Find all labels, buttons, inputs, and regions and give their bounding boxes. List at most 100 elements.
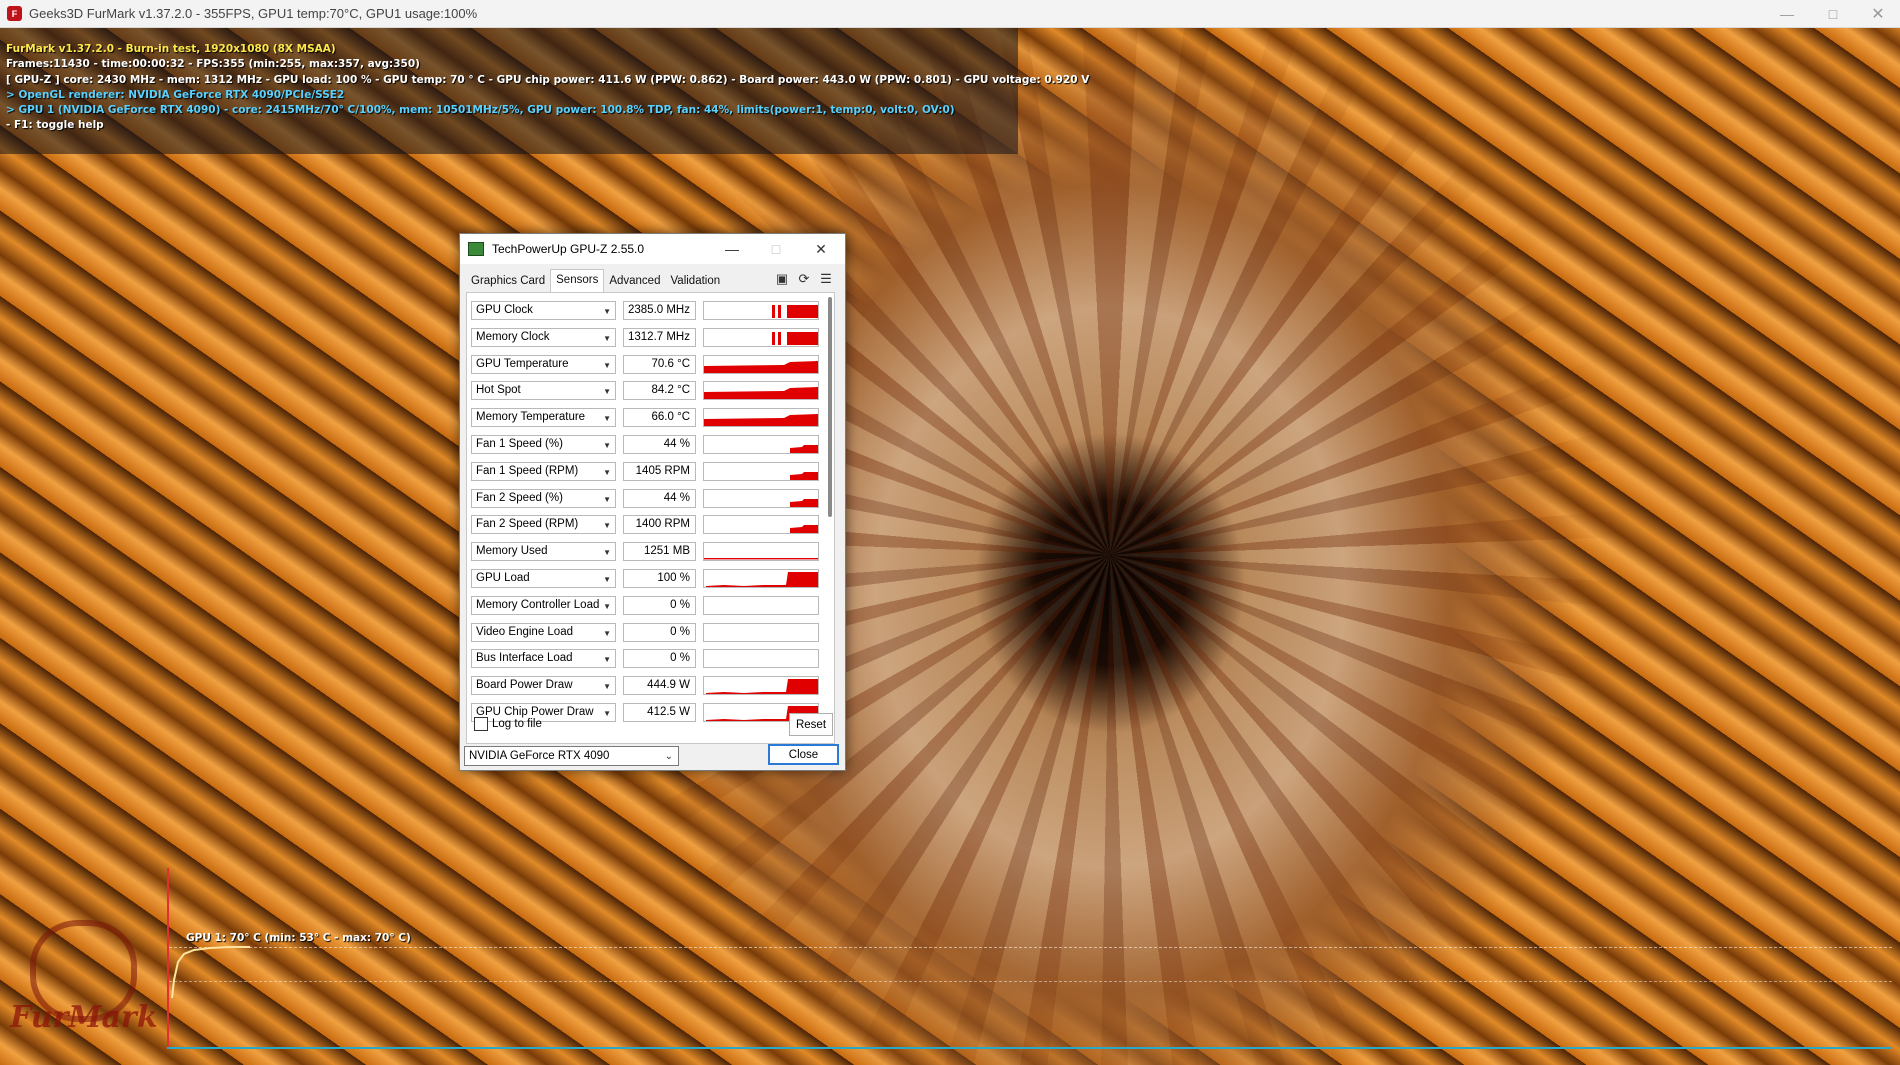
sensor-value: 44 % — [623, 488, 696, 508]
sensor-value: 1405 RPM — [623, 461, 696, 481]
tab-validation[interactable]: Validation — [665, 271, 725, 293]
sensor-name: GPU Load — [476, 572, 530, 584]
dropdown-arrow-icon: ▼ — [603, 360, 611, 370]
sensor-row: Memory Controller Load ▼ 0 % — [471, 595, 819, 617]
sensor-row: Fan 2 Speed (RPM) ▼ 1400 RPM — [471, 514, 819, 536]
sensor-value: 2385.0 MHz — [623, 301, 696, 320]
sensor-name: Memory Controller Load — [476, 598, 600, 611]
minimize-icon[interactable]: — — [1764, 0, 1810, 27]
close-button[interactable]: Close — [768, 744, 839, 765]
sensor-name: Fan 2 Speed (%) — [476, 491, 563, 504]
sensor-name-select[interactable]: Memory Clock ▼ — [471, 327, 616, 347]
gpuz-titlebar: TechPowerUp GPU-Z 2.55.0 — □ ✕ — [460, 234, 845, 264]
sensor-name: Memory Temperature — [476, 411, 586, 424]
sensor-name-select[interactable]: Board Power Draw ▼ — [471, 676, 616, 696]
sensor-graph — [703, 381, 819, 401]
sensor-name-select[interactable]: GPU Temperature ▼ — [471, 354, 616, 374]
sensor-name: Memory Used — [476, 545, 548, 558]
sensor-name-select[interactable]: Fan 1 Speed (%) ▼ — [471, 435, 616, 454]
sensor-row: Fan 1 Speed (RPM) ▼ 1405 RPM — [471, 461, 819, 483]
sensor-row: Memory Used ▼ 1251 MB — [471, 541, 819, 563]
sensor-name: Hot Spot — [476, 384, 521, 397]
sensor-name-select[interactable]: GPU Load ▼ — [471, 569, 616, 588]
furmark-logo: FurMark — [10, 1000, 158, 1035]
furmark-app-icon: F — [7, 6, 22, 21]
sensor-name-select[interactable]: Bus Interface Load ▼ — [471, 649, 616, 669]
gpuz-maximize-icon: □ — [771, 241, 781, 257]
sensor-value: 44 % — [623, 435, 696, 454]
sensor-graph — [703, 354, 819, 374]
sensor-name-select[interactable]: Memory Temperature ▼ — [471, 408, 616, 428]
sensor-value: 66.0 °C — [623, 408, 696, 428]
tab-advanced[interactable]: Advanced — [604, 271, 665, 293]
device-select-value: NVIDIA GeForce RTX 4090 — [469, 750, 610, 762]
sensor-name-select[interactable]: Hot Spot ▼ — [471, 381, 616, 401]
sensor-graph — [703, 327, 819, 347]
sensor-row: Board Power Draw ▼ 444.9 W — [471, 675, 819, 697]
sensor-name-select[interactable]: Memory Controller Load ▼ — [471, 595, 616, 615]
dropdown-arrow-icon: ▼ — [603, 441, 611, 450]
sensor-row: Fan 2 Speed (%) ▼ 44 % — [471, 488, 819, 510]
graph-min-line — [169, 981, 1892, 982]
sensor-row: Video Engine Load ▼ 0 % — [471, 622, 819, 644]
sensor-value: 444.9 W — [623, 676, 696, 696]
sensor-graph — [703, 622, 819, 642]
sensor-name-select[interactable]: Video Engine Load ▼ — [471, 622, 616, 642]
sensor-value: 0 % — [623, 595, 696, 615]
hud-line: > OpenGL renderer: NVIDIA GeForce RTX 40… — [6, 88, 345, 101]
dropdown-arrow-icon: ▼ — [603, 548, 611, 558]
gpuz-window: TechPowerUp GPU-Z 2.55.0 — □ ✕ Graphics … — [459, 233, 846, 771]
sensor-graph — [703, 569, 819, 588]
sensor-value: 0 % — [623, 649, 696, 669]
hud-line: FurMark v1.37.2.0 - Burn-in test, 1920x1… — [6, 43, 336, 55]
log-to-file-checkbox[interactable] — [474, 717, 488, 731]
sensor-name: Fan 1 Speed (RPM) — [476, 464, 579, 477]
sensor-graph — [703, 542, 819, 562]
sensor-value: 1400 RPM — [623, 515, 696, 535]
chevron-down-icon: ⌄ — [664, 751, 673, 762]
graph-temperature-label: GPU 1: 70° C (min: 53° C - max: 70° C) — [186, 932, 411, 944]
sensor-name-select[interactable]: GPU Clock ▼ — [471, 301, 616, 320]
tab-graphics-card[interactable]: Graphics Card — [466, 271, 550, 293]
sensor-value: 70.6 °C — [623, 354, 696, 374]
dropdown-arrow-icon: ▼ — [603, 628, 611, 638]
sensor-name: GPU Clock — [476, 304, 533, 316]
device-select[interactable]: NVIDIA GeForce RTX 4090 ⌄ — [464, 746, 679, 766]
sensor-row: Memory Temperature ▼ 66.0 °C — [471, 407, 819, 429]
sensor-graph — [703, 649, 819, 669]
sensor-value: 84.2 °C — [623, 381, 696, 401]
hud-overlay: FurMark v1.37.2.0 - Burn-in test, 1920x1… — [6, 42, 1089, 134]
dropdown-arrow-icon: ▼ — [603, 333, 611, 343]
close-icon[interactable]: ✕ — [1855, 0, 1900, 27]
sensor-name-select[interactable]: Memory Used ▼ — [471, 542, 616, 562]
dropdown-arrow-icon: ▼ — [603, 575, 611, 584]
sensor-graph — [703, 435, 819, 454]
sensor-value: 1251 MB — [623, 542, 696, 562]
refresh-icon[interactable]: ⟳ — [793, 268, 815, 290]
sensor-value: 412.5 W — [623, 703, 696, 722]
gpuz-tabs: Graphics Card Sensors Advanced Validation — [466, 269, 725, 295]
hud-line: [ GPU-Z ] core: 2430 MHz - mem: 1312 MHz… — [6, 73, 1090, 86]
sensor-row: Memory Clock ▼ 1312.7 MHz — [471, 327, 819, 349]
maximize-icon[interactable]: □ — [1810, 0, 1856, 27]
sensor-name-select[interactable]: Fan 1 Speed (RPM) ▼ — [471, 461, 616, 481]
sensor-value: 1312.7 MHz — [623, 327, 696, 347]
gpuz-logo-icon — [468, 242, 484, 256]
window-title: Geeks3D FurMark v1.37.2.0 - 355FPS, GPU1… — [29, 6, 478, 21]
menu-icon[interactable]: ☰ — [815, 268, 837, 290]
sensor-name-select[interactable]: Fan 2 Speed (RPM) ▼ — [471, 515, 616, 535]
reset-button[interactable]: Reset — [789, 713, 833, 736]
sensor-row: Fan 1 Speed (%) ▼ 44 % — [471, 434, 819, 456]
sensor-graph — [703, 408, 819, 428]
camera-icon[interactable]: ▣ — [771, 268, 793, 290]
gpuz-minimize-icon[interactable]: — — [710, 234, 754, 264]
sensor-graph — [703, 595, 819, 615]
sensor-name-select[interactable]: Fan 2 Speed (%) ▼ — [471, 488, 616, 508]
sensors-scrollbar[interactable] — [828, 297, 832, 517]
gpuz-title: TechPowerUp GPU-Z 2.55.0 — [492, 242, 645, 256]
hud-line: > GPU 1 (NVIDIA GeForce RTX 4090) - core… — [6, 104, 955, 117]
gpuz-close-icon[interactable]: ✕ — [799, 234, 843, 264]
log-to-file-option[interactable]: Log to file — [474, 717, 542, 731]
sensor-row: GPU Temperature ▼ 70.6 °C — [471, 354, 819, 376]
sensor-row: GPU Load ▼ 100 % — [471, 568, 819, 590]
